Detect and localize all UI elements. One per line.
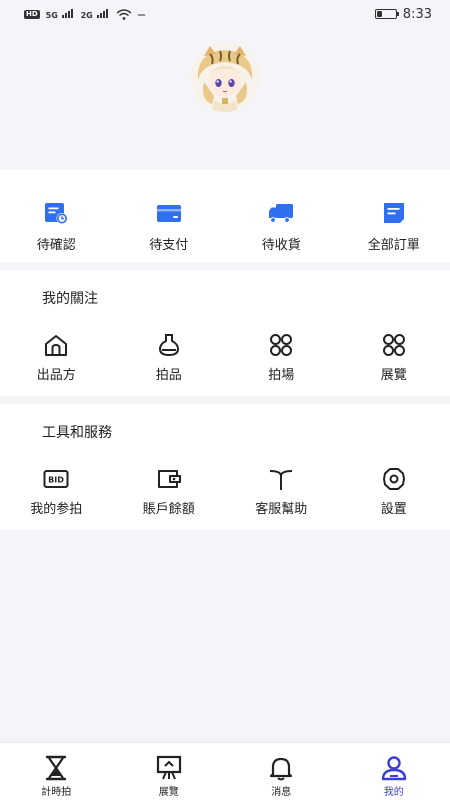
follow-label: 拍場: [268, 368, 295, 383]
section-title: 我的關注: [42, 291, 98, 307]
house-icon: [45, 335, 68, 356]
signal-bars-icon: [61, 8, 73, 18]
order-label: 待收貨: [261, 238, 301, 253]
bid-icon: BID: [43, 470, 69, 488]
tool-balance[interactable]: 賬戶餘額: [113, 466, 226, 517]
truck-icon: [269, 204, 294, 223]
tab-messages[interactable]: 消息: [225, 743, 338, 800]
tab-mine[interactable]: 我的: [338, 743, 450, 800]
signal-2g: 2G: [81, 8, 110, 20]
svg-text:BID: BID: [48, 476, 64, 485]
tab-label: 消息: [271, 787, 292, 798]
tool-my-bids[interactable]: BID 我的参拍: [0, 466, 113, 517]
order-pending-receipt[interactable]: 待收貨: [225, 200, 338, 253]
hd-badge: HD: [24, 9, 40, 19]
section-title: 工具和服務: [42, 425, 112, 441]
person-icon: [381, 756, 406, 781]
wifi-icon: [116, 8, 132, 20]
status-right: 8:33: [374, 6, 432, 22]
avatar[interactable]: [190, 42, 260, 112]
order-pending-payment[interactable]: 待支付: [113, 200, 226, 253]
order-label: 待確認: [36, 238, 76, 253]
order-label: 全部訂單: [367, 238, 420, 253]
orders-grid: 待確認 待支付 待收貨 全部訂單: [0, 200, 450, 253]
tool-help[interactable]: 客服幫助: [225, 466, 338, 517]
follow-label: 展覽: [380, 368, 407, 383]
tab-exhibition[interactable]: 展覽: [113, 743, 226, 800]
tool-label: 客服幫助: [255, 502, 308, 517]
battery-fill: [376, 11, 382, 17]
follow-lots[interactable]: 拍品: [113, 332, 226, 383]
orders-card: 待確認 待支付 待收貨 全部訂單: [0, 170, 450, 262]
tab-label: 展覽: [158, 787, 179, 798]
tool-label: 賬戶餘額: [142, 502, 195, 517]
bell-icon: [270, 757, 293, 781]
wallet-icon: [157, 470, 181, 488]
signal-bars-icon: [96, 8, 108, 18]
four-circles-icon: [270, 334, 293, 356]
tab-label: 計時拍: [41, 787, 72, 798]
gear-icon: [382, 468, 405, 490]
battery-icon: [374, 9, 399, 19]
tab-label: 我的: [383, 787, 404, 798]
avatar-image: [190, 42, 260, 112]
follow-card: 我的關注 出品方 拍品 拍場 展覽: [0, 270, 450, 396]
order-list-icon: [383, 203, 404, 223]
follow-sellers[interactable]: 出品方: [0, 332, 113, 383]
tool-label: 我的参拍: [30, 502, 83, 517]
tool-settings[interactable]: 設置: [338, 466, 450, 517]
signal-5g: 5G: [46, 8, 75, 20]
order-pending-confirm[interactable]: 待確認: [0, 200, 113, 253]
status-bar: HD 5G 2G — 8:33: [0, 0, 450, 28]
status-indicators: HD 5G 2G —: [24, 8, 146, 20]
bottom-tabbar: 計時拍 展覽 消息 我的: [0, 742, 450, 800]
order-all[interactable]: 全部訂單: [338, 200, 450, 253]
doc-clock-icon: [45, 203, 68, 224]
follow-exhibitions[interactable]: 展覽: [338, 332, 450, 383]
tab-timed-auction[interactable]: 計時拍: [0, 743, 113, 800]
card-icon: [156, 205, 181, 222]
clock: 8:33: [402, 6, 432, 22]
follow-label: 拍品: [155, 368, 182, 383]
follow-label: 出品方: [36, 368, 76, 383]
tool-label: 設置: [380, 502, 407, 517]
four-circles-icon: [382, 334, 405, 356]
vase-icon: [158, 334, 179, 356]
tools-grid: BID 我的参拍 賬戶餘額 客服幫助 設置: [0, 466, 450, 517]
order-label: 待支付: [149, 238, 189, 253]
network-speed: —: [137, 9, 146, 19]
easel-icon: [156, 755, 181, 780]
hourglass-icon: [46, 755, 67, 781]
follow-auctions[interactable]: 拍場: [225, 332, 338, 383]
antenna-icon: [270, 470, 293, 490]
follow-grid: 出品方 拍品 拍場 展覽: [0, 332, 450, 383]
tools-card: 工具和服務 BID 我的参拍 賬戶餘額 客服幫助 設置: [0, 404, 450, 530]
